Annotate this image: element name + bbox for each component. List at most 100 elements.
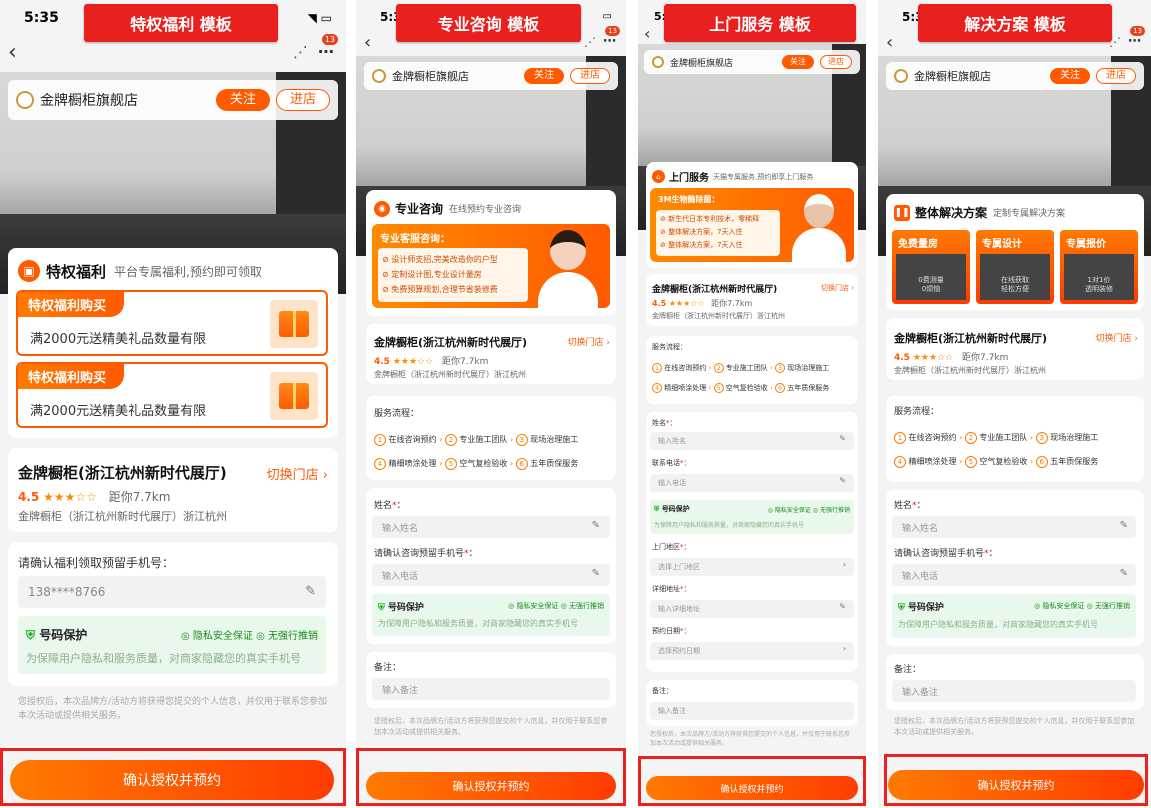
- feature-free-measure[interactable]: 免费量房 0费测量 0烦恼: [892, 230, 970, 304]
- name-input[interactable]: 输入姓名: [372, 516, 610, 538]
- rating-stars: ★★★☆☆: [43, 490, 97, 504]
- address-label: 详细地址*：: [652, 585, 691, 593]
- card-title-row: ▣ 特权福利 平台专属福利,预约即可领取: [18, 260, 262, 282]
- remark-placeholder: 输入备注: [382, 685, 419, 696]
- phone-input[interactable]: 输入电话: [372, 564, 610, 586]
- promo-text: 满2000元送精美礼品数量有限: [30, 332, 207, 347]
- switch-store-label: 切换门店: [1095, 334, 1132, 344]
- step-num: 4: [894, 456, 906, 468]
- rating-stars: ★★★☆☆: [912, 353, 954, 363]
- feature-line: 在线获取: [1001, 276, 1029, 284]
- switch-store-link[interactable]: 切换门店 ›: [267, 464, 328, 483]
- step-arrow: ›: [439, 435, 443, 444]
- number-protection: ⛨ 号码保护 ◎ 隐私安全保证 ◎ 无强行推销 为保障用户隐私和服务质量，对商家…: [372, 594, 610, 636]
- follow-button[interactable]: 关注: [524, 68, 564, 84]
- follow-button[interactable]: 关注: [216, 89, 270, 111]
- address-input[interactable]: 输入详细地址: [650, 600, 854, 618]
- template-banner: 专业咨询 模板: [396, 4, 581, 42]
- enter-store-button[interactable]: 进店: [1096, 68, 1136, 84]
- step-arrow: ›: [439, 459, 443, 468]
- step-text: 在线咨询预约: [664, 364, 707, 372]
- back-icon[interactable]: ‹: [8, 40, 17, 65]
- follow-button[interactable]: 关注: [782, 55, 814, 69]
- enter-store-button[interactable]: 进店: [820, 55, 852, 69]
- remark-input[interactable]: 输入备注: [650, 702, 854, 720]
- remark-input[interactable]: 输入备注: [892, 680, 1136, 702]
- promo-item[interactable]: 特权福利购买 满2000元送精美礼品数量有限: [16, 362, 328, 428]
- card-title: 专业咨询: [395, 202, 444, 216]
- gift-box-icon: [279, 311, 309, 337]
- share-icon[interactable]: ⋰: [293, 43, 308, 61]
- protection-title-text: 号码保护: [387, 603, 424, 613]
- service-list: ⊘ 新生代日本专利技术，零稀释 ⊘ 整体解决方案，7天入住 ⊘ 整体解决方案，7…: [656, 210, 780, 256]
- person-body: [538, 272, 598, 308]
- edit-icon[interactable]: ✎: [305, 584, 316, 599]
- step-num: 1: [652, 363, 662, 373]
- gift-icon: ▣: [18, 260, 40, 282]
- more-icon[interactable]: ⋯: [603, 34, 616, 49]
- gift-image: [270, 300, 318, 348]
- phone-input[interactable]: 输入电话: [892, 564, 1136, 586]
- name-input[interactable]: 输入姓名: [892, 516, 1136, 538]
- edit-icon[interactable]: ✎: [839, 602, 846, 611]
- back-icon[interactable]: ‹: [644, 24, 650, 43]
- store-logo: [16, 91, 34, 109]
- feature-body: 1对1价 透明装修: [1064, 254, 1134, 300]
- edit-icon[interactable]: ✎: [839, 476, 846, 485]
- rating-stars: ★★★☆☆: [392, 357, 434, 367]
- disclaimer: 您授权后，本次品牌方/活动方将获得您提交的个人信息，并仅用于联系您参加本次活动或…: [374, 717, 608, 736]
- highlight-box: [884, 754, 1148, 806]
- step-num: 3: [1035, 432, 1048, 444]
- person-head: [804, 194, 834, 228]
- chevron-right-icon[interactable]: ›: [843, 644, 846, 653]
- protection-title-text: 号码保护: [907, 603, 944, 613]
- follow-button[interactable]: 关注: [1050, 68, 1090, 84]
- status-icons: ◥ ▭: [307, 11, 332, 25]
- consultant-photo: [530, 224, 606, 308]
- edit-icon[interactable]: ✎: [1120, 520, 1128, 531]
- step-text: 五年质保服务: [787, 384, 830, 392]
- shield-icon: ⛨: [898, 603, 905, 613]
- feature-title: 专属报价: [1066, 239, 1106, 250]
- shop-address: 金牌橱柜（浙江杭州新时代展厅）浙江杭州: [374, 370, 526, 379]
- protection-tags: ◎ 隐私安全保证 ◎ 无强行推销: [508, 602, 604, 610]
- share-icon[interactable]: ⋰: [584, 35, 596, 49]
- consult-item-text: 免费预算规划,合理节省装修费: [391, 285, 498, 294]
- edit-icon[interactable]: ✎: [839, 434, 846, 443]
- switch-store-link[interactable]: 切换门店 ›: [568, 335, 610, 348]
- back-icon[interactable]: ‹: [364, 32, 371, 53]
- phone-input[interactable]: 138****8766: [18, 576, 326, 608]
- service-item-text: 整体解决方案，7天入住: [668, 241, 743, 249]
- back-icon[interactable]: ‹: [886, 32, 893, 53]
- distance: 距你7.7km: [108, 490, 171, 504]
- step-num: 3: [515, 434, 528, 446]
- enter-store-button[interactable]: 进店: [276, 89, 330, 111]
- phone-placeholder: 输入电话: [658, 479, 686, 487]
- service-head: 3M生物酶除菌：: [658, 195, 720, 204]
- feature-line: 0费测量: [918, 276, 944, 284]
- promo-item[interactable]: 特权福利购买 满2000元送精美礼品数量有限: [16, 290, 328, 356]
- phone-input[interactable]: 输入电话: [650, 474, 854, 492]
- switch-store-link[interactable]: 切换门店 ›: [1096, 331, 1138, 344]
- flow-label: 服务流程：: [894, 407, 940, 417]
- highlight-box: [356, 748, 626, 806]
- feature-quote[interactable]: 专属报价 1对1价 透明装修: [1060, 230, 1138, 304]
- phone-label: 请确认咨询预留手机号*：: [894, 549, 998, 559]
- remark-input[interactable]: 输入备注: [372, 678, 610, 700]
- date-select[interactable]: 选择预约日期: [650, 642, 854, 660]
- name-input[interactable]: 输入姓名: [650, 432, 854, 450]
- step-arrow: ›: [509, 459, 514, 468]
- step-num: 1: [894, 432, 906, 444]
- edit-icon[interactable]: ✎: [592, 520, 600, 531]
- chevron-right-icon[interactable]: ›: [843, 560, 846, 569]
- address-label-text: 详细地址: [652, 585, 680, 593]
- card-subtitle: 在线预约专业咨询: [449, 205, 522, 215]
- store-logo: [372, 69, 386, 83]
- feature-design[interactable]: 专属设计 在线获取 轻松方便: [976, 230, 1054, 304]
- edit-icon[interactable]: ✎: [1120, 568, 1128, 579]
- edit-icon[interactable]: ✎: [592, 568, 600, 579]
- area-select[interactable]: 选择上门地区: [650, 558, 854, 576]
- enter-store-button[interactable]: 进店: [570, 68, 610, 84]
- more-icon[interactable]: ⋯: [1128, 34, 1141, 49]
- switch-store-link[interactable]: 切换门店 ›: [821, 283, 854, 293]
